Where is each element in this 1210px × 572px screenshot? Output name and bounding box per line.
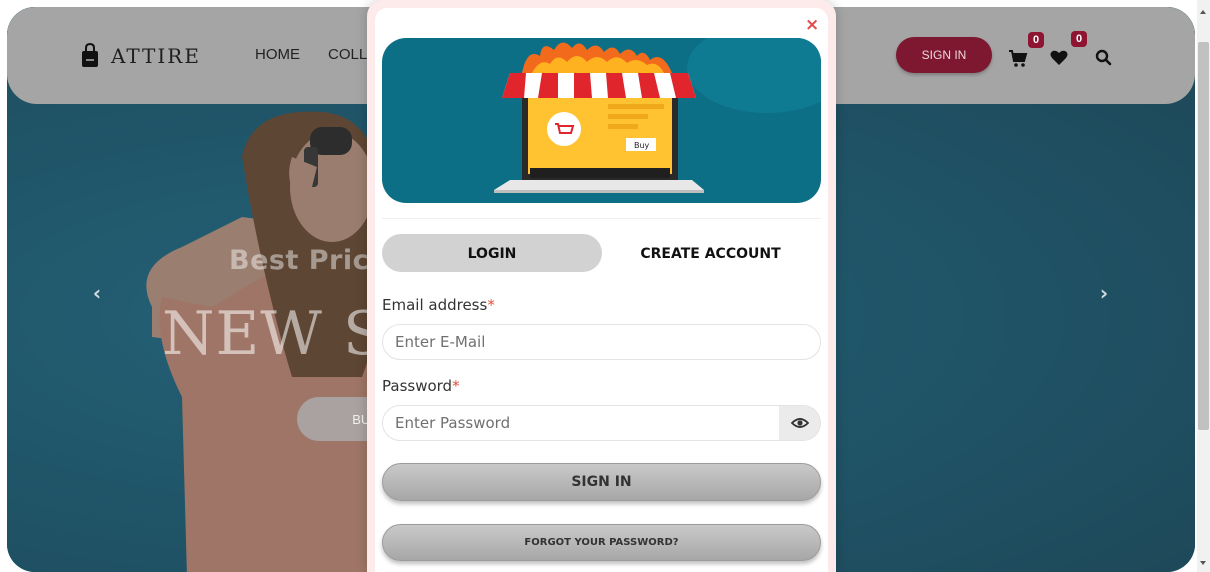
bag-icon	[82, 43, 98, 67]
scroll-down-icon[interactable]	[1200, 561, 1206, 565]
banner-buy-tag: Buy	[634, 141, 650, 150]
cart-icon[interactable]	[1008, 48, 1028, 68]
password-label: Password*	[382, 377, 460, 395]
logo-text: ATTIRE	[111, 43, 201, 68]
tab-login[interactable]: LOGIN	[382, 234, 602, 272]
banner-divider	[382, 218, 821, 219]
password-field[interactable]	[382, 405, 780, 441]
required-mark: *	[452, 377, 460, 395]
close-icon[interactable]: ×	[805, 16, 819, 34]
password-label-text: Password	[382, 377, 453, 395]
signin-button[interactable]: SIGN IN	[382, 463, 821, 501]
cart-count-badge: 0	[1028, 32, 1044, 48]
wishlist-count-badge: 0	[1071, 31, 1087, 47]
carousel-next-icon[interactable]: ›	[1093, 279, 1115, 307]
carousel-prev-icon[interactable]: ‹	[86, 279, 108, 307]
forgot-password-button[interactable]: FORGOT YOUR PASSWORD?	[382, 524, 821, 561]
heart-icon[interactable]	[1049, 48, 1069, 68]
scrollbar-thumb[interactable]	[1198, 42, 1209, 430]
required-mark: *	[487, 296, 495, 314]
nav-collections[interactable]: COLL	[328, 46, 367, 63]
email-label: Email address*	[382, 296, 495, 314]
hero-kicker: Best Price	[229, 245, 388, 276]
search-icon[interactable]	[1094, 48, 1114, 68]
login-modal: × Buy LOGIN CREATE ACCOUNT Email address…	[367, 0, 836, 572]
scroll-up-icon[interactable]	[1200, 10, 1206, 14]
laptop-storefront-illustration: Buy	[494, 38, 821, 193]
email-label-text: Email address	[382, 296, 488, 314]
header-signin-button[interactable]: SIGN IN	[896, 37, 992, 73]
tab-create-account[interactable]: CREATE ACCOUNT	[623, 234, 798, 272]
toggle-password-button[interactable]	[779, 405, 821, 441]
nav-home[interactable]: HOME	[255, 46, 300, 63]
site-logo[interactable]: ATTIRE	[81, 43, 201, 68]
email-field[interactable]	[382, 324, 821, 360]
shop-banner-image: Buy	[382, 38, 821, 203]
eye-icon	[790, 418, 809, 428]
